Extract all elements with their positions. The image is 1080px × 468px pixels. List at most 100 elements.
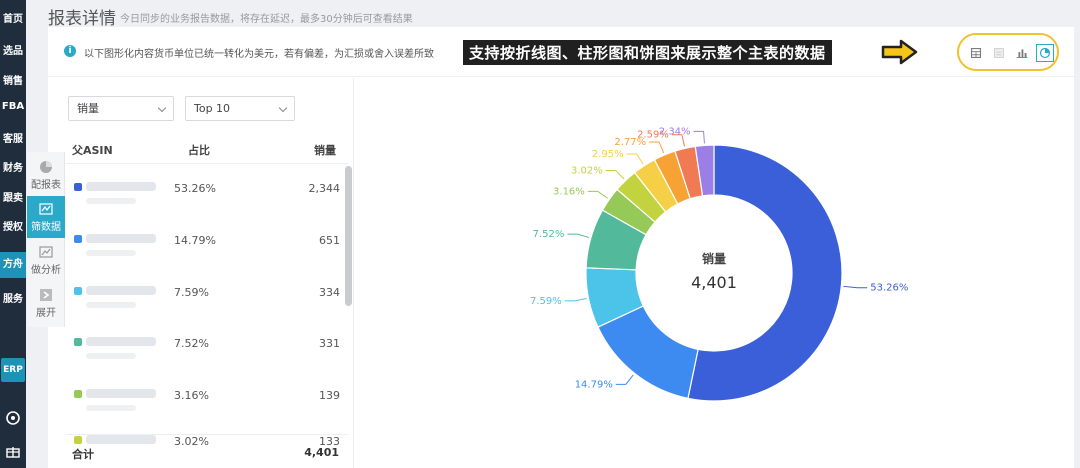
- nav-item-auth[interactable]: 授权: [0, 218, 26, 233]
- table-row[interactable]: 7.59% 334: [48, 277, 348, 327]
- pie-icon: [40, 161, 52, 173]
- row-sales: 331: [319, 337, 340, 350]
- row-sales: 334: [319, 286, 340, 299]
- tool-analysis-label: 做分析: [31, 265, 61, 276]
- column-header-share: 占比: [188, 144, 210, 157]
- table-row[interactable]: 7.52% 331: [48, 328, 348, 378]
- tool-panel: 配报表 筛数据 做分析 展开: [27, 152, 65, 327]
- analysis-icon: [39, 246, 53, 258]
- blurred-asin-sub: [86, 302, 136, 308]
- page-subtitle: 今日同步的业务报告数据，将存在延迟，最多30分钟后可查看结果: [120, 14, 413, 25]
- top-select-value: Top 10: [194, 102, 231, 115]
- nav-item-service[interactable]: 客服: [0, 130, 26, 145]
- table-row[interactable]: 53.26% 2,344: [48, 173, 348, 223]
- column-header-sales: 销量: [314, 144, 336, 157]
- bar-chart-icon[interactable]: [1013, 44, 1031, 62]
- row-share: 53.26%: [174, 182, 216, 195]
- pie-slice-label: 7.59%: [530, 296, 562, 307]
- blurred-asin: [86, 435, 156, 444]
- pie-slice-label: 7.52%: [533, 229, 565, 240]
- pie-leader-line: [693, 130, 705, 144]
- pie-chart-icon[interactable]: [1036, 44, 1054, 62]
- table-view-icon[interactable]: [967, 44, 985, 62]
- blurred-asin: [86, 182, 156, 191]
- scrollbar[interactable]: [345, 166, 352, 306]
- table-row[interactable]: 3.16% 139: [48, 380, 348, 430]
- metric-select[interactable]: 销量: [68, 96, 174, 121]
- row-sales: 139: [319, 389, 340, 402]
- row-sales: 651: [319, 234, 340, 247]
- pie-slice-label: 14.79%: [575, 379, 613, 390]
- series-color-swatch: [74, 338, 82, 346]
- top-select[interactable]: Top 10: [185, 96, 295, 121]
- total-value: 4,401: [304, 446, 339, 459]
- info-text: 以下图形化内容货币单位已统一转化为美元，若有偏差，为汇损或舍入误差所致: [84, 49, 434, 60]
- nav-item-sales[interactable]: 销售: [0, 72, 26, 87]
- donut-chart: 53.26%14.79%7.59%7.52%3.16%3.02%2.95%2.7…: [530, 126, 908, 402]
- header-divider: [66, 163, 348, 164]
- series-color-swatch: [74, 390, 82, 398]
- total-label: 合计: [72, 448, 94, 461]
- donut-center-label: 销量: [702, 251, 726, 266]
- nav-item-ark[interactable]: 方舟: [0, 252, 26, 278]
- pie-slice-label: 2.34%: [659, 126, 691, 137]
- series-color-swatch: [74, 183, 82, 191]
- tool-filter-data-label: 筛数据: [31, 222, 61, 233]
- view-switcher: [957, 33, 1059, 71]
- pie-leader-line: [605, 169, 625, 180]
- tool-config-report[interactable]: 配报表: [27, 154, 65, 196]
- pie-slice-label: 3.16%: [553, 186, 585, 197]
- blurred-asin-sub: [86, 198, 136, 204]
- tool-expand-label: 展开: [36, 308, 56, 319]
- pie-leader-line: [649, 141, 665, 154]
- chevron-down-icon: [157, 103, 167, 113]
- nav-item-services[interactable]: 服务: [0, 290, 26, 305]
- series-color-swatch: [74, 287, 82, 295]
- tool-config-report-label: 配报表: [31, 180, 61, 191]
- arrow-right-icon: [881, 39, 918, 65]
- row-share: 7.52%: [174, 337, 209, 350]
- tool-expand[interactable]: 展开: [27, 282, 65, 324]
- main-nav: 首页 选品 销售 FBA 客服 财务 跟卖 授权 方舟 服务 ERP: [0, 0, 26, 468]
- metric-select-value: 销量: [77, 102, 99, 115]
- chevron-down-icon: [278, 103, 288, 113]
- data-table-panel: 销量 Top 10 父ASIN 占比 销量 53.26% 2,344 14.79% 6…: [48, 78, 354, 468]
- row-share: 14.79%: [174, 234, 216, 247]
- blurred-asin-sub: [86, 250, 136, 256]
- list-view-icon[interactable]: [990, 44, 1008, 62]
- row-share: 3.02%: [174, 435, 209, 448]
- nav-item-fba[interactable]: FBA: [0, 101, 26, 112]
- tool-analysis[interactable]: 做分析: [27, 239, 65, 281]
- nav-item-home[interactable]: 首页: [0, 10, 26, 25]
- blurred-asin-sub: [86, 405, 136, 411]
- series-color-swatch: [74, 235, 82, 243]
- pie-slice-label: 2.95%: [592, 149, 624, 160]
- pie-leader-line: [615, 374, 634, 385]
- pie-leader-line: [843, 285, 868, 289]
- filter-data-icon: [39, 203, 53, 215]
- nav-item-finance[interactable]: 财务: [0, 159, 26, 174]
- donut-center-value: 4,401: [691, 273, 737, 292]
- callout-annotation: 支持按折线图、柱形图和饼图来展示整个主表的数据: [463, 40, 832, 65]
- expand-icon: [40, 289, 52, 301]
- nav-item-selection[interactable]: 选品: [0, 42, 26, 57]
- blurred-asin: [86, 234, 156, 243]
- series-color-swatch: [74, 436, 82, 444]
- row-share: 7.59%: [174, 286, 209, 299]
- nav-item-follow[interactable]: 跟卖: [0, 189, 26, 204]
- pie-leader-line: [567, 233, 590, 238]
- row-share: 3.16%: [174, 389, 209, 402]
- page-title: 报表详情: [48, 9, 116, 29]
- gift-icon[interactable]: [6, 444, 20, 458]
- total-divider: [66, 434, 348, 435]
- erp-button[interactable]: ERP: [1, 358, 25, 382]
- row-sales: 2,344: [308, 182, 341, 195]
- blurred-asin-sub: [86, 353, 136, 359]
- report-card: i 以下图形化内容货币单位已统一转化为美元，若有偏差，为汇损或舍入误差所致 支持…: [48, 27, 1074, 468]
- pie-leader-line: [626, 153, 644, 165]
- support-icon[interactable]: [6, 411, 20, 425]
- blurred-asin: [86, 286, 156, 295]
- tool-filter-data[interactable]: 筛数据: [27, 196, 65, 238]
- pie-leader-line: [587, 190, 608, 199]
- table-row[interactable]: 14.79% 651: [48, 225, 348, 275]
